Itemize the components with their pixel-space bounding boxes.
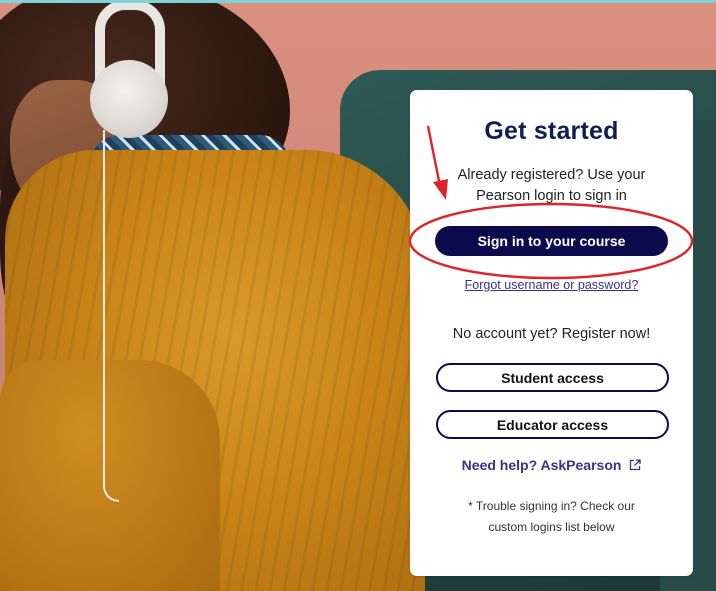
forgot-credentials-link[interactable]: Forgot username or password?: [410, 278, 693, 292]
need-help-label: Need help? AskPearson: [461, 457, 622, 473]
get-started-card: Get started Already registered? Use your…: [410, 90, 693, 576]
headphone-cable: [103, 130, 119, 502]
top-accent-line: [0, 0, 716, 3]
no-account-text: No account yet? Register now!: [452, 326, 651, 342]
headphone-earcup: [90, 60, 168, 138]
registered-text: Already registered? Use your Pearson log…: [457, 167, 646, 204]
card-title: Get started: [484, 117, 619, 145]
external-link-icon: [630, 459, 641, 471]
sign-in-button[interactable]: Sign in to your course: [435, 226, 668, 256]
student-access-button[interactable]: Student access: [436, 363, 669, 392]
need-help-link[interactable]: Need help? AskPearson: [410, 457, 693, 473]
trouble-signing-in-text: * Trouble signing in? Check our custom l…: [468, 499, 635, 534]
educator-access-button[interactable]: Educator access: [436, 410, 669, 439]
